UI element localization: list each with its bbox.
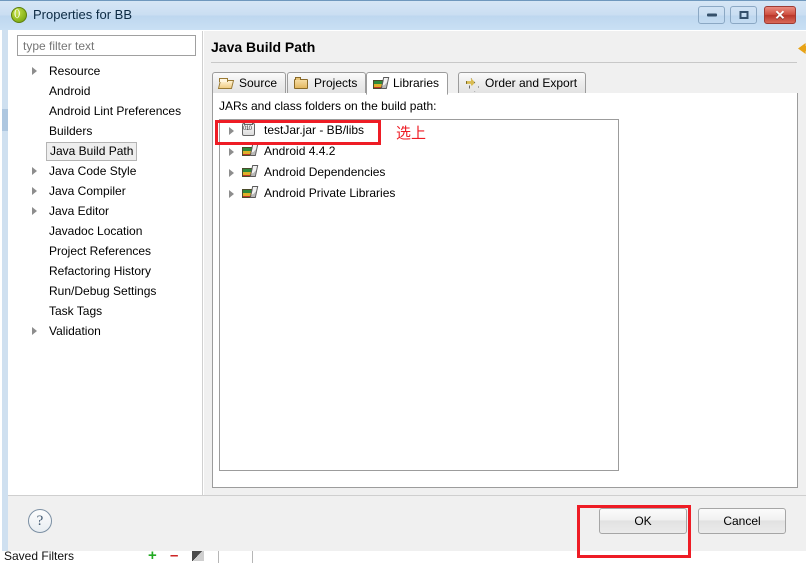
list-item-label: Android Dependencies <box>264 165 386 179</box>
tab-label: Source <box>239 76 278 90</box>
projects-folder-icon <box>294 77 310 91</box>
sidebar-item-label: Builders <box>49 124 93 138</box>
chevron-right-icon[interactable] <box>229 169 234 177</box>
sidebar-item-label: Java Editor <box>49 204 110 218</box>
source-folder-icon <box>219 77 235 91</box>
libraries-list[interactable]: testJar.jar - BB/libs Android 4.4.2 Andr… <box>219 119 619 471</box>
list-item-label: Android 4.4.2 <box>264 144 336 158</box>
ok-button[interactable]: OK <box>599 508 687 534</box>
sidebar-item-run-debug-settings[interactable]: Run/Debug Settings <box>17 281 196 301</box>
sidebar-item-android[interactable]: Android <box>17 81 196 101</box>
sidebar-item-label: Android <box>49 84 91 98</box>
sidebar-item-java-code-style[interactable]: Java Code Style <box>17 161 196 181</box>
sidebar-item-javadoc-location[interactable]: Javadoc Location <box>17 221 196 241</box>
sidebar-item-label: Java Build Path <box>46 142 138 161</box>
list-item[interactable]: Android Dependencies <box>220 162 618 183</box>
sidebar-item-label: Run/Debug Settings <box>49 284 157 298</box>
sidebar-item-java-editor[interactable]: Java Editor <box>17 201 196 221</box>
pane-divider <box>202 31 203 496</box>
settings-page: Java Build Path Source Projects Librarie… <box>204 31 806 496</box>
dialog-body: Resource Android Android Lint Preference… <box>8 30 806 518</box>
tab-source[interactable]: Source <box>212 72 287 94</box>
close-icon: ✕ <box>774 7 786 23</box>
sidebar-item-label: Java Compiler <box>49 184 126 198</box>
sidebar-item-project-references[interactable]: Project References <box>17 241 196 261</box>
properties-dialog: Properties for BB ✕ Resource Android And… <box>0 0 806 551</box>
sidebar-item-task-tags[interactable]: Task Tags <box>17 301 196 321</box>
chevron-right-icon[interactable] <box>32 327 37 335</box>
annotation-select-note: 选上 <box>396 124 427 142</box>
list-item-label: Android Private Libraries <box>264 186 396 200</box>
window-title: Properties for BB <box>33 7 132 22</box>
sidebar-item-label: Project References <box>49 244 152 258</box>
help-question-icon[interactable]: ? <box>28 509 52 533</box>
dialog-footer: ? OK Cancel <box>8 495 806 551</box>
list-caption: JARs and class folders on the build path… <box>219 99 437 113</box>
tab-libraries[interactable]: Libraries <box>366 72 449 95</box>
chevron-right-icon[interactable] <box>229 148 234 156</box>
minus-icon[interactable]: – <box>170 548 182 563</box>
settings-tree[interactable]: Resource Android Android Lint Preference… <box>17 61 196 499</box>
sidebar-item-label: Java Code Style <box>49 164 137 178</box>
eclipse-green-icon <box>11 7 27 23</box>
minimize-button[interactable] <box>698 6 725 24</box>
maximize-icon <box>739 11 748 19</box>
maximize-button[interactable] <box>730 6 757 24</box>
title-bar: Properties for BB ✕ <box>0 1 806 30</box>
books-icon <box>242 165 258 180</box>
sidebar-item-label: Android Lint Preferences <box>49 104 182 118</box>
list-item[interactable]: Android Private Libraries <box>220 183 618 204</box>
books-icon <box>242 186 258 201</box>
tab-label: Libraries <box>393 76 440 90</box>
chevron-right-icon[interactable] <box>32 67 37 75</box>
sidebar-item-resource[interactable]: Resource <box>17 61 196 81</box>
chevron-right-icon[interactable] <box>32 167 37 175</box>
sidebar-item-label: Refactoring History <box>49 264 152 278</box>
close-button[interactable]: ✕ <box>764 6 796 24</box>
sidebar-item-label: Validation <box>49 324 101 338</box>
sidebar-item-refactoring-history[interactable]: Refactoring History <box>17 261 196 281</box>
cancel-button[interactable]: Cancel <box>698 508 786 534</box>
sidebar-item-android-lint-preferences[interactable]: Android Lint Preferences <box>17 101 196 121</box>
order-export-arrows-icon <box>465 77 481 91</box>
sidebar-item-java-compiler[interactable]: Java Compiler <box>17 181 196 201</box>
tab-order-and-export[interactable]: Order and Export <box>458 72 587 94</box>
libraries-tab-panel: JARs and class folders on the build path… <box>212 93 798 488</box>
minimize-icon <box>706 13 717 17</box>
sidebar-item-label: Task Tags <box>49 304 103 318</box>
sidebar-item-label: Resource <box>49 64 101 78</box>
sidebar-item-builders[interactable]: Builders <box>17 121 196 141</box>
tab-bar: Source Projects Libraries Order and Expo… <box>212 72 798 95</box>
plus-icon[interactable]: + <box>148 548 159 563</box>
list-item-label: testJar.jar - BB/libs <box>264 123 365 137</box>
chevron-right-icon[interactable] <box>229 190 234 198</box>
tab-projects[interactable]: Projects <box>287 72 367 94</box>
tab-label: Order and Export <box>485 76 578 90</box>
filter-input[interactable] <box>17 35 196 56</box>
jar-icon <box>242 122 255 136</box>
list-item[interactable]: Android 4.4.2 <box>220 141 618 162</box>
sidebar-item-java-build-path[interactable]: Java Build Path <box>17 141 196 161</box>
libraries-books-icon <box>373 77 389 91</box>
dialog-left-edge <box>0 1 8 551</box>
tab-label: Projects <box>314 76 358 90</box>
sidebar-item-label: Javadoc Location <box>49 224 143 238</box>
books-icon <box>242 144 258 159</box>
chevron-right-icon[interactable] <box>32 207 37 215</box>
saved-filters-label: Saved Filters <box>4 549 75 563</box>
title-rule <box>211 62 797 63</box>
back-arrow-icon[interactable] <box>798 41 806 56</box>
chevron-right-icon[interactable] <box>32 187 37 195</box>
chevron-right-icon[interactable] <box>229 127 234 135</box>
edit-icon[interactable] <box>192 550 204 561</box>
sidebar-item-validation[interactable]: Validation <box>17 321 196 341</box>
page-title: Java Build Path <box>211 39 316 55</box>
